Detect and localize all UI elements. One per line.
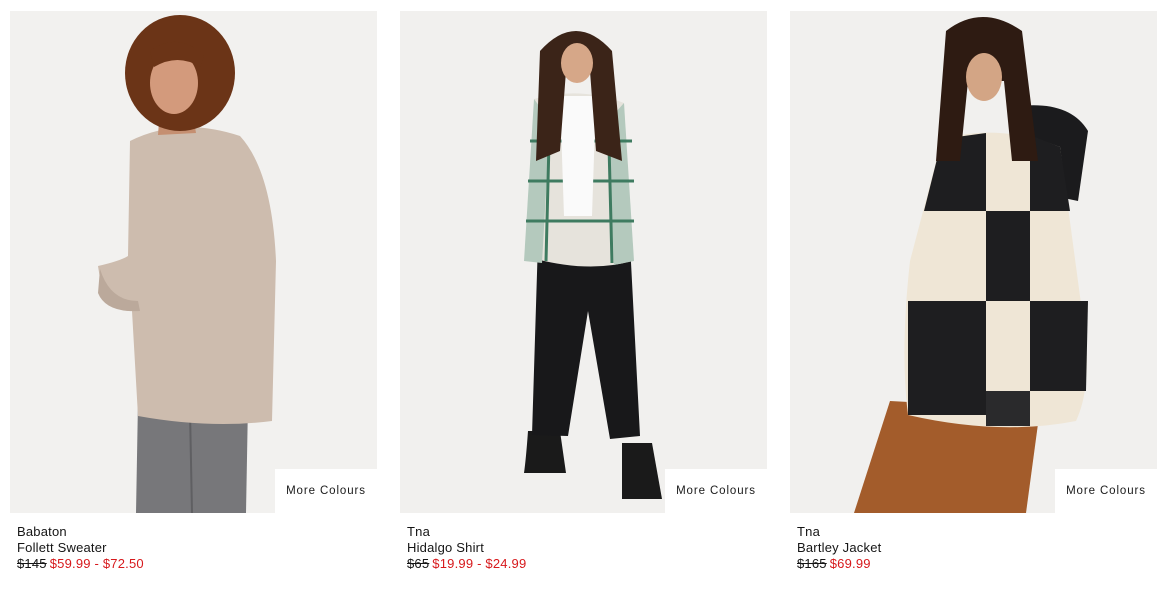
product-image-hidalgo-shirt[interactable]: More Colours: [400, 11, 767, 513]
product-info: Tna Hidalgo Shirt $65 $19.99 - $24.99: [400, 513, 767, 572]
original-price: $165: [797, 556, 827, 571]
original-price: $145: [17, 556, 47, 571]
product-grid: More Colours Babaton Follett Sweater $14…: [0, 0, 1168, 596]
more-colours-button[interactable]: More Colours: [1055, 469, 1157, 513]
sale-price: $59.99 - $72.50: [49, 556, 144, 571]
product-photo: [400, 11, 767, 513]
product-info: Tna Bartley Jacket $165 $69.99: [790, 513, 1157, 572]
product-info: Babaton Follett Sweater $145 $59.99 - $72…: [10, 513, 377, 572]
product-brand[interactable]: Tna: [407, 524, 767, 540]
product-brand[interactable]: Babaton: [17, 524, 377, 540]
product-photo: [790, 11, 1157, 513]
original-price: $65: [407, 556, 430, 571]
price-line: $65 $19.99 - $24.99: [407, 556, 767, 572]
product-name[interactable]: Bartley Jacket: [797, 540, 1157, 556]
product-card: More Colours Tna Hidalgo Shirt $65 $19.99…: [400, 11, 767, 572]
product-card: More Colours Tna Bartley Jacket $165 $69.…: [790, 11, 1157, 572]
sale-price: $19.99 - $24.99: [432, 556, 527, 571]
price-line: $165 $69.99: [797, 556, 1157, 572]
product-name[interactable]: Follett Sweater: [17, 540, 377, 556]
product-name[interactable]: Hidalgo Shirt: [407, 540, 767, 556]
product-card: More Colours Babaton Follett Sweater $14…: [10, 11, 377, 572]
product-image-bartley-jacket[interactable]: More Colours: [790, 11, 1157, 513]
product-brand[interactable]: Tna: [797, 524, 1157, 540]
sale-price: $69.99: [829, 556, 871, 571]
more-colours-button[interactable]: More Colours: [665, 469, 767, 513]
price-line: $145 $59.99 - $72.50: [17, 556, 377, 572]
more-colours-button[interactable]: More Colours: [275, 469, 377, 513]
product-image-follett-sweater[interactable]: More Colours: [10, 11, 377, 513]
product-photo: [10, 11, 377, 513]
